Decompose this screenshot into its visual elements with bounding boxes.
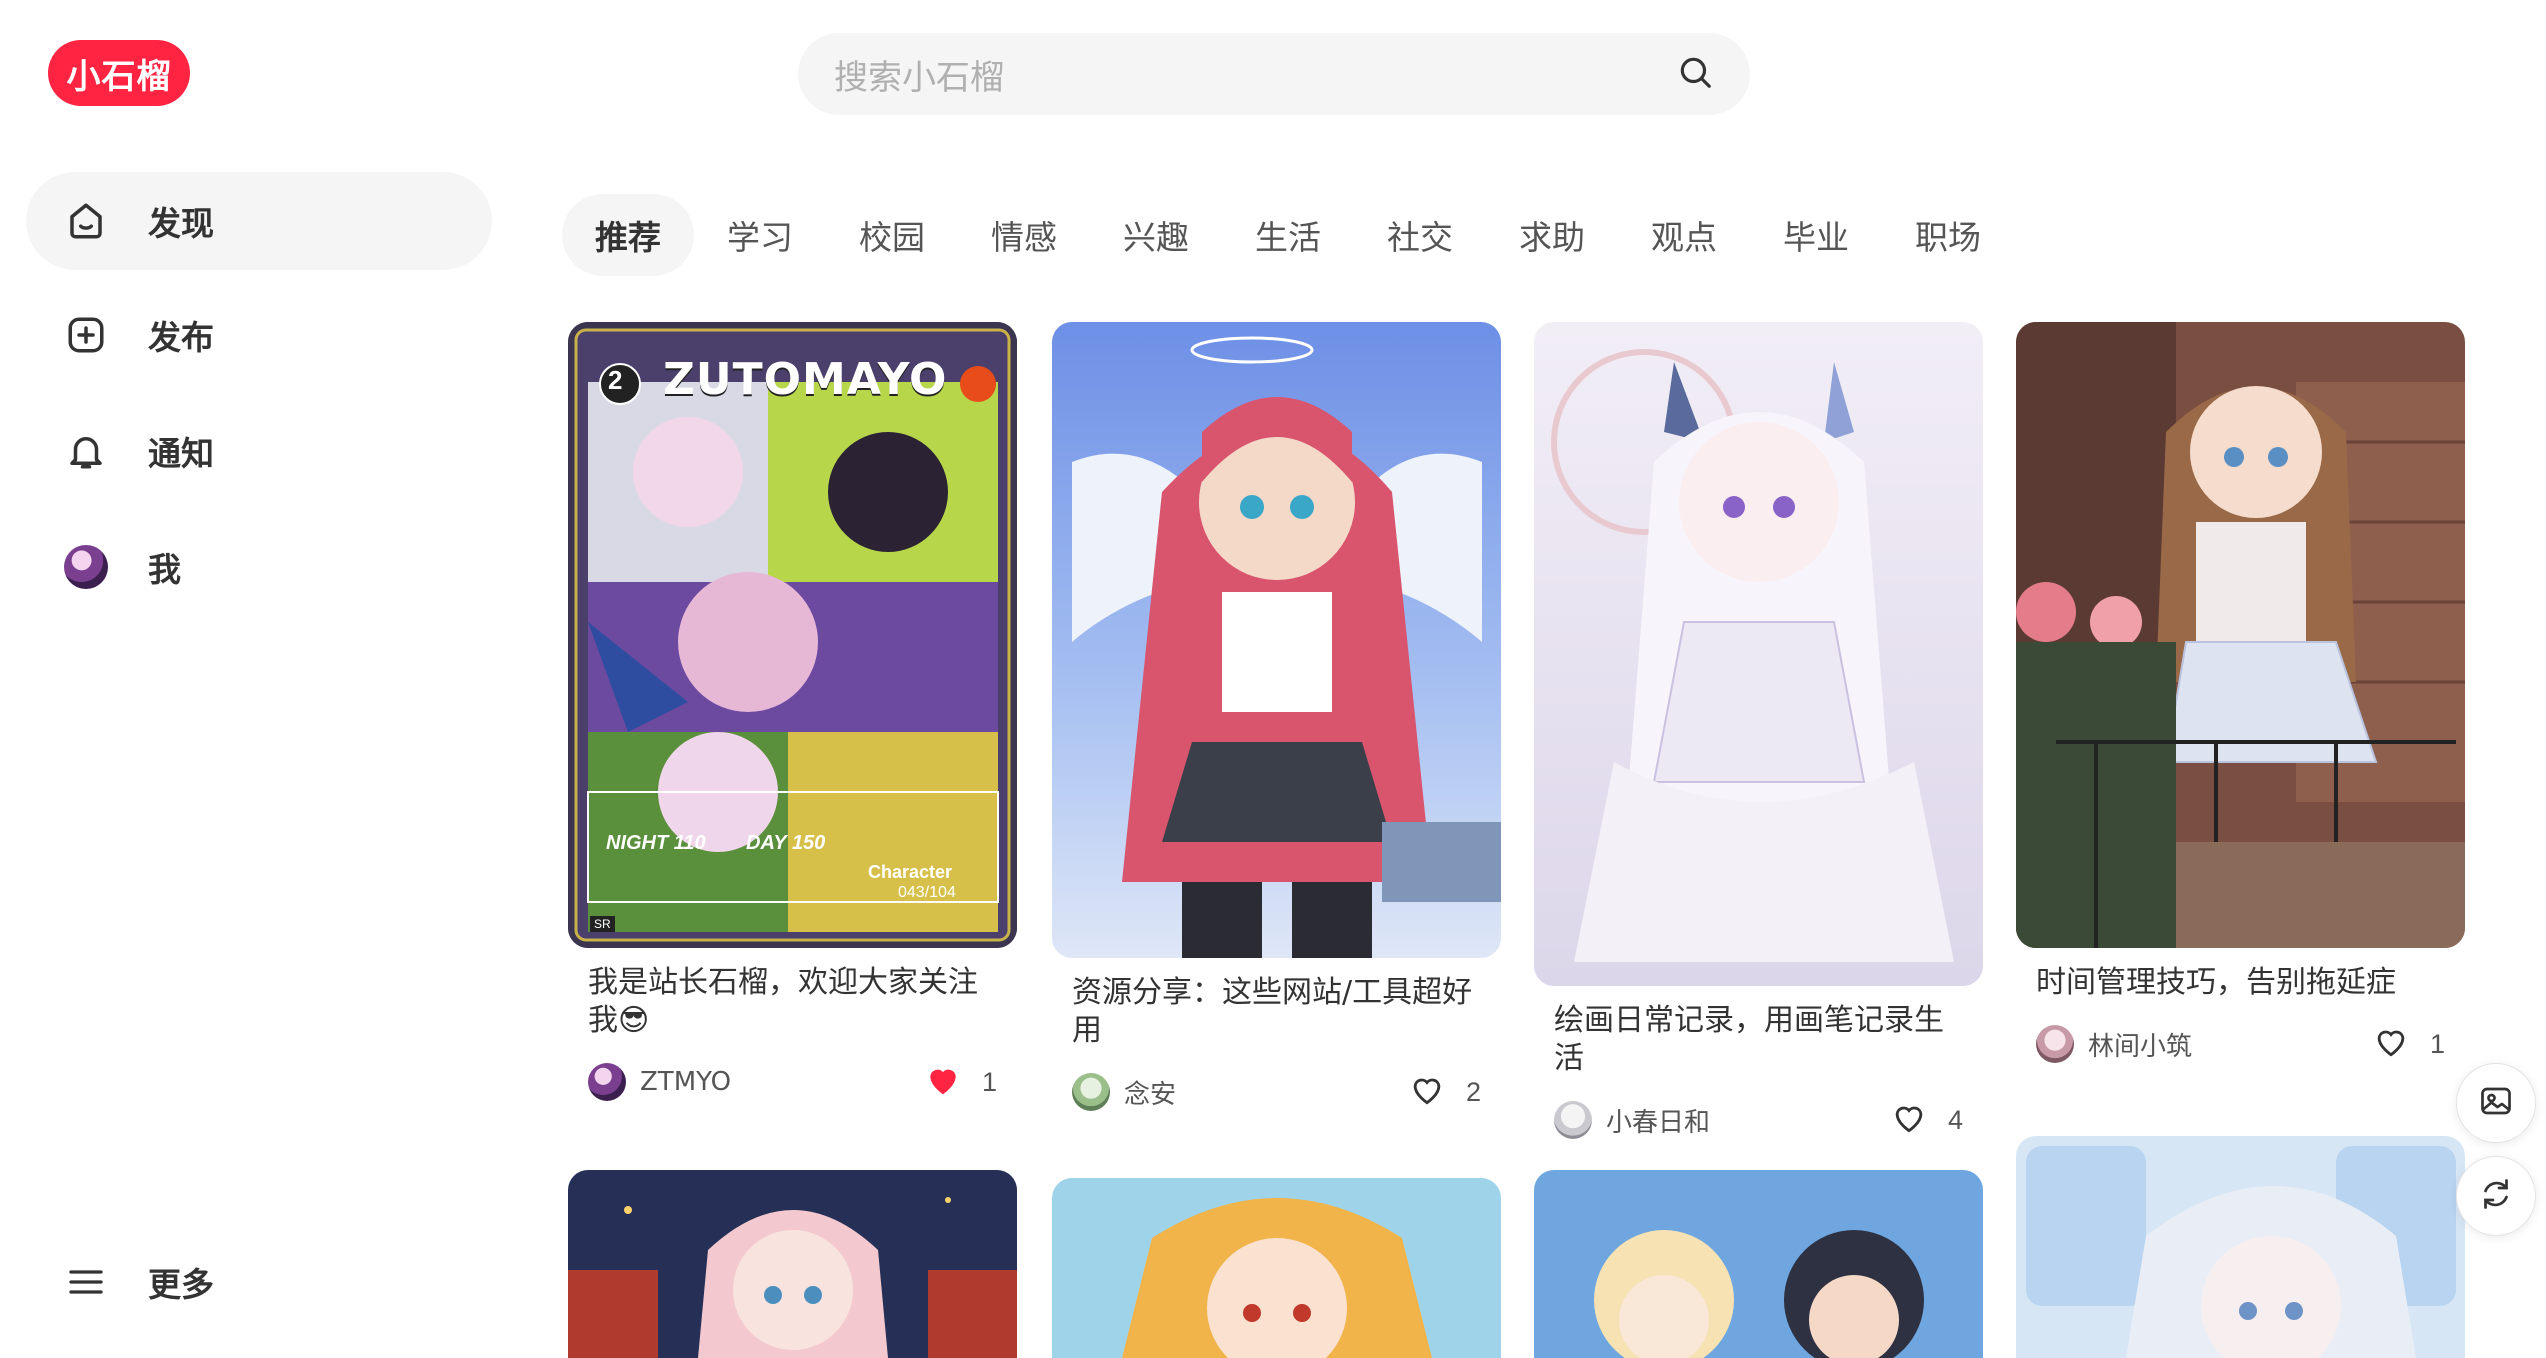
refresh-button[interactable] — [2456, 1156, 2536, 1236]
sidebar-item-label: 我 — [148, 550, 181, 589]
image-icon — [2478, 1083, 2514, 1124]
tab-career[interactable]: 职场 — [1882, 194, 2014, 276]
search-input[interactable]: 搜索小石榴 — [834, 50, 1676, 99]
card-title[interactable]: 资源分享：这些网站/工具超好用 — [1072, 974, 1481, 1050]
sidebar-item-notifications[interactable]: 通知 — [26, 402, 492, 500]
sidebar-item-label: 通知 — [148, 434, 214, 473]
card-cover-image[interactable] — [1052, 322, 1501, 958]
feed-card[interactable] — [1052, 1178, 1501, 1358]
refresh-icon — [2478, 1176, 2514, 1217]
card-title[interactable]: 我是站长石榴，欢迎大家关注我😎 — [588, 964, 997, 1040]
home-icon — [62, 197, 110, 245]
author-avatar[interactable] — [1072, 1073, 1110, 1111]
sidebar-item-more[interactable]: 更多 — [26, 1233, 492, 1331]
card-badge-number: 2 — [608, 365, 623, 395]
card-rarity-text: SR — [590, 916, 615, 932]
feed-card[interactable] — [568, 1170, 1017, 1358]
heart-filled-icon[interactable] — [924, 1061, 982, 1104]
add-square-icon — [62, 311, 110, 359]
heart-outline-icon[interactable] — [1408, 1071, 1466, 1114]
image-mode-button[interactable] — [2456, 1063, 2536, 1143]
feed-card[interactable]: 资源分享：这些网站/工具超好用 念安 2 — [1052, 322, 1501, 1114]
like-count: 1 — [2429, 1028, 2445, 1059]
search-icon[interactable] — [1676, 53, 1714, 96]
card-cover-image[interactable] — [1534, 322, 1983, 986]
tab-opinion[interactable]: 观点 — [1618, 194, 1750, 276]
author-avatar[interactable] — [2036, 1025, 2074, 1063]
card-cover-image[interactable] — [2016, 1136, 2465, 1358]
sidebar-item-label: 更多 — [148, 1265, 214, 1304]
sidebar-item-label: 发现 — [148, 204, 214, 243]
card-cover-image[interactable]: 2 ZUTOMAYO NIGHT 110 DAY 150 Character 0… — [568, 322, 1017, 948]
sidebar-item-label: 发布 — [148, 318, 214, 357]
author-name[interactable]: ZTMYO — [640, 1067, 924, 1097]
card-cover-image[interactable] — [1534, 1170, 1983, 1358]
search-bar[interactable]: 搜索小石榴 — [798, 33, 1750, 115]
like-count: 4 — [1947, 1104, 1963, 1135]
card-cover-image[interactable] — [2016, 322, 2465, 948]
heart-outline-icon[interactable] — [1890, 1099, 1948, 1142]
card-night-stat: NIGHT 110 — [606, 832, 706, 854]
feed-card[interactable]: 绘画日常记录，用画笔记录生活 小春日和 4 — [1534, 322, 1983, 1142]
feed-card[interactable]: 时间管理技巧，告别拖延症 林间小筑 1 — [2016, 322, 2465, 1066]
card-title[interactable]: 绘画日常记录，用画笔记录生活 — [1554, 1002, 1963, 1078]
card-cover-image[interactable] — [1052, 1178, 1501, 1358]
tab-help[interactable]: 求助 — [1486, 194, 1618, 276]
card-title[interactable]: 时间管理技巧，告别拖延症 — [2036, 964, 2445, 1002]
bell-icon — [62, 427, 110, 475]
tab-recommend[interactable]: 推荐 — [562, 194, 694, 276]
avatar — [64, 545, 108, 589]
feed-card[interactable] — [2016, 1136, 2465, 1358]
tab-emotion[interactable]: 情感 — [958, 194, 1090, 276]
tab-life[interactable]: 生活 — [1222, 194, 1354, 276]
sidebar-item-publish[interactable]: 发布 — [26, 286, 492, 384]
app-logo[interactable]: 小石榴 — [48, 40, 190, 106]
category-tabs: 推荐 学习 校园 情感 兴趣 生活 社交 求助 观点 毕业 职场 — [562, 194, 2014, 276]
sidebar-item-me[interactable]: 我 — [26, 518, 492, 616]
card-kind-text: Character — [868, 862, 953, 882]
author-name[interactable]: 小春日和 — [1606, 1102, 1890, 1139]
feed-card[interactable]: 2 ZUTOMAYO NIGHT 110 DAY 150 Character 0… — [568, 322, 1017, 1104]
author-avatar[interactable] — [588, 1063, 626, 1101]
like-count: 1 — [981, 1066, 997, 1097]
tab-interest[interactable]: 兴趣 — [1090, 194, 1222, 276]
like-count: 2 — [1465, 1076, 1481, 1107]
tab-campus[interactable]: 校园 — [826, 194, 958, 276]
sidebar-item-discover[interactable]: 发现 — [26, 172, 492, 270]
menu-icon — [62, 1258, 110, 1306]
tab-social[interactable]: 社交 — [1354, 194, 1486, 276]
author-avatar[interactable] — [1554, 1101, 1592, 1139]
author-name[interactable]: 林间小筑 — [2088, 1026, 2372, 1063]
author-name[interactable]: 念安 — [1124, 1074, 1408, 1111]
feed-card[interactable] — [1534, 1170, 1983, 1358]
card-cover-image[interactable] — [568, 1170, 1017, 1358]
tab-study[interactable]: 学习 — [694, 194, 826, 276]
card-brand-text: ZUTOMAYO — [663, 354, 948, 405]
card-code-text: 043/104 — [898, 884, 956, 901]
card-day-stat: DAY 150 — [746, 832, 826, 854]
tab-graduation[interactable]: 毕业 — [1750, 194, 1882, 276]
heart-outline-icon[interactable] — [2372, 1023, 2430, 1066]
